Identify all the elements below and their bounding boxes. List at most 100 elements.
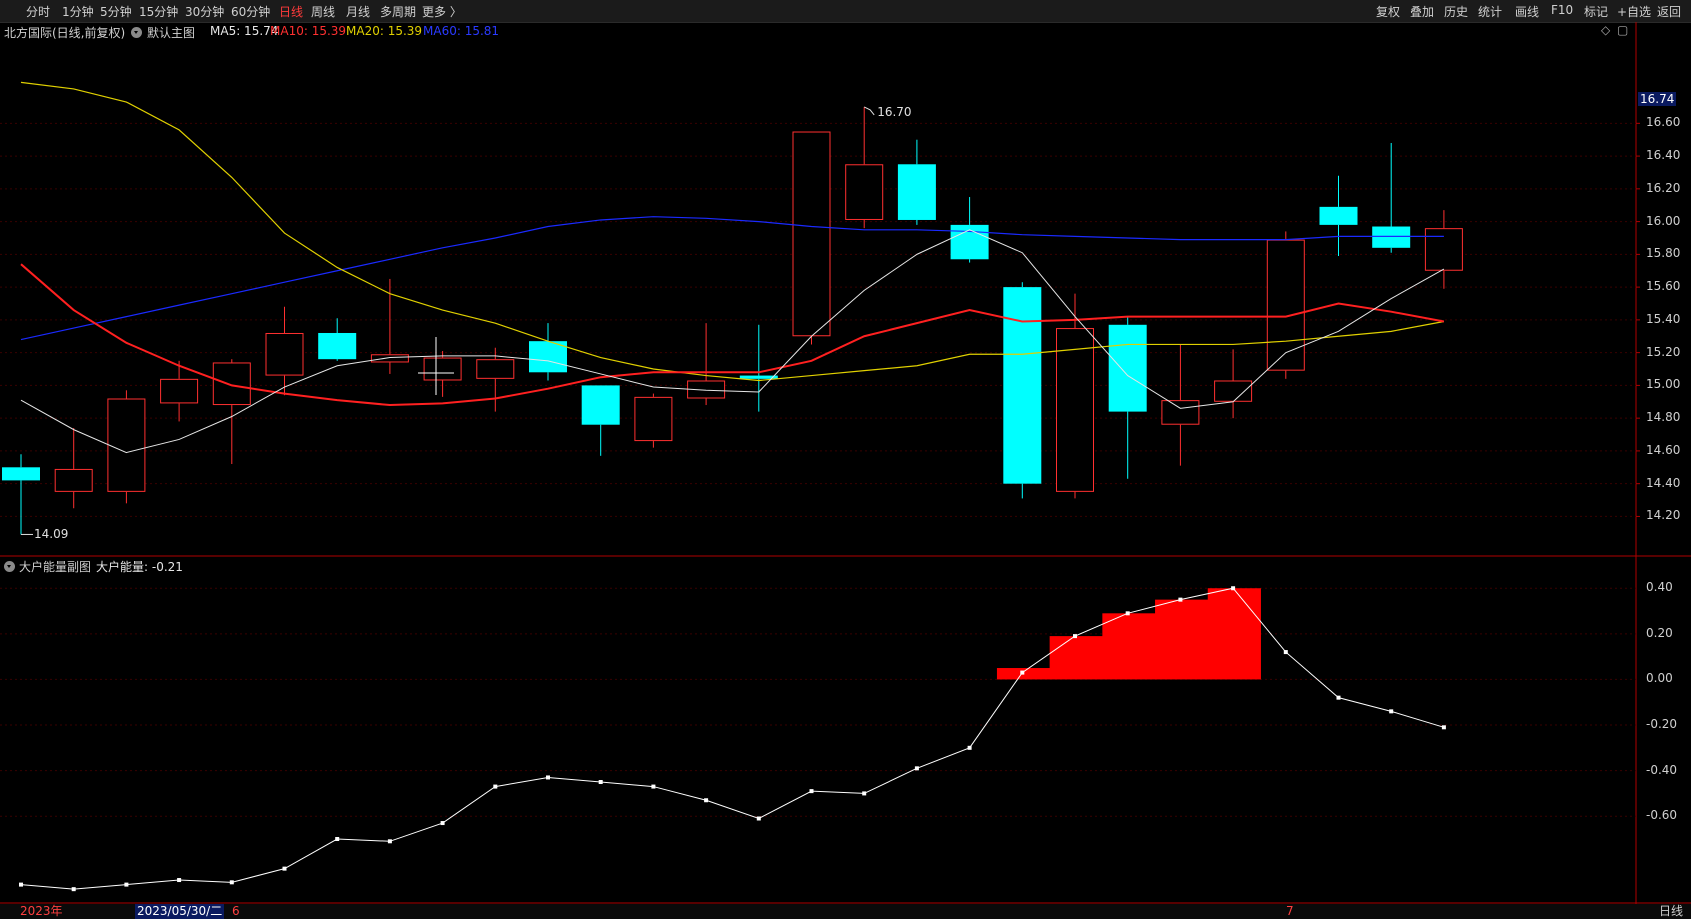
energy-axis-label: -0.40 <box>1646 762 1678 777</box>
price-axis-label: 15.20 <box>1646 344 1681 359</box>
price-axis-label: 14.20 <box>1646 508 1681 523</box>
year-label: 2023年 <box>20 904 63 918</box>
candle-body-up <box>1424 228 1463 271</box>
ma60-value: MA60: 15.81 <box>423 24 500 38</box>
tab-more[interactable]: 更多 〉 <box>422 3 462 20</box>
period-toolbar: 分时 1分钟 5分钟 15分钟 30分钟 60分钟 日线 周线 月线 多周期 更… <box>0 0 1691 23</box>
energy-point <box>282 866 287 871</box>
energy-point <box>809 789 814 794</box>
energy-point <box>71 887 76 892</box>
price-axis-label: 15.60 <box>1646 279 1681 294</box>
energy-point <box>124 882 129 887</box>
energy-bar <box>1155 599 1209 680</box>
energy-bar <box>1207 588 1261 680</box>
energy-point <box>756 816 761 821</box>
energy-point <box>967 745 972 750</box>
energy-point <box>229 880 234 885</box>
energy-axis-label: 0.40 <box>1646 580 1673 595</box>
price-axis-label: 14.60 <box>1646 442 1681 457</box>
overlay-button[interactable]: 叠加 <box>1410 3 1434 20</box>
tab-monthly[interactable]: 月线 <box>346 3 370 20</box>
date-axis: 2023年 6 7 <box>0 904 1691 919</box>
energy-point <box>1178 597 1183 602</box>
window-icon[interactable]: ▢ <box>1617 23 1628 37</box>
period-label[interactable]: 日线 <box>1659 904 1683 919</box>
tab-daily[interactable]: 日线 <box>279 3 303 20</box>
ma20-line <box>20 81 1445 382</box>
history-button[interactable]: 历史 <box>1444 3 1468 20</box>
tab-timeshare[interactable]: 分时 <box>26 3 50 20</box>
candle-body-down <box>1108 324 1147 412</box>
energy-value: 大户能量: -0.21 <box>96 560 183 574</box>
candle-body-up <box>265 332 304 376</box>
candle-body-up <box>107 398 146 492</box>
energy-point <box>1020 670 1025 675</box>
draw-line-button[interactable]: 画线 <box>1515 3 1539 20</box>
ma5-value: MA5: 15.74 <box>210 24 279 38</box>
high-price-annotation: 16.70 <box>877 104 912 119</box>
current-price-tag: 16.74 <box>1638 92 1677 107</box>
tab-15min[interactable]: 15分钟 <box>139 3 178 20</box>
energy-point <box>598 780 603 785</box>
energy-point <box>1073 634 1077 639</box>
candle-body-up <box>1266 239 1305 371</box>
tab-weekly[interactable]: 周线 <box>311 3 335 20</box>
price-axis-label: 16.60 <box>1646 115 1681 130</box>
candle-body-up <box>423 357 462 381</box>
price-axis-label: 14.80 <box>1646 410 1681 425</box>
candle-body-down <box>2 467 40 481</box>
energy-point <box>546 775 550 780</box>
month-7-label: 7 <box>1286 904 1294 918</box>
candle-body-down <box>739 375 778 379</box>
candle-body-up <box>845 164 884 220</box>
energy-point <box>1231 586 1236 591</box>
candle-body-down <box>1372 226 1411 248</box>
candle-body-down <box>1319 206 1358 225</box>
energy-bar <box>1102 613 1156 680</box>
back-button[interactable]: 返回 <box>1657 3 1681 20</box>
collapse-icon[interactable] <box>4 561 15 572</box>
high-marker <box>863 106 875 116</box>
candle-body-up <box>1161 400 1200 425</box>
energy-point <box>493 784 498 789</box>
energy-point <box>651 784 656 789</box>
collapse-icon[interactable] <box>131 27 142 38</box>
tab-multi-period[interactable]: 多周期 <box>380 3 416 20</box>
energy-point <box>914 766 919 771</box>
price-axis-label: 16.40 <box>1646 148 1681 163</box>
price-axis-label: 15.80 <box>1646 246 1681 261</box>
energy-point <box>387 839 392 844</box>
mark-button[interactable]: 标记 <box>1584 3 1608 20</box>
ma10-line <box>20 263 1445 407</box>
price-axis-label: 16.00 <box>1646 213 1681 228</box>
tab-5min[interactable]: 5分钟 <box>100 3 132 20</box>
energy-point <box>1125 611 1130 616</box>
energy-point <box>1336 695 1341 700</box>
energy-point <box>1389 709 1394 714</box>
tab-30min[interactable]: 30分钟 <box>185 3 224 20</box>
f10-button[interactable]: F10 <box>1551 3 1573 17</box>
energy-bar <box>1049 636 1103 680</box>
candle-body-down <box>897 164 936 220</box>
energy-bar <box>996 668 1051 680</box>
energy-point <box>1283 650 1288 655</box>
stats-button[interactable]: 统计 <box>1478 3 1502 20</box>
sub-indicator-name[interactable]: 大户能量副图 <box>19 558 91 575</box>
candle-body-up <box>160 378 199 404</box>
main-indicator-name[interactable]: 默认主图 <box>147 24 195 41</box>
candle-body-up <box>792 131 831 337</box>
diamond-icon[interactable]: ◇ <box>1601 23 1610 37</box>
kline-chart[interactable] <box>0 0 1691 919</box>
candle-body-up <box>212 362 251 406</box>
adjust-button[interactable]: 复权 <box>1376 3 1400 20</box>
energy-point <box>862 791 867 796</box>
tab-1min[interactable]: 1分钟 <box>62 3 94 20</box>
tab-60min[interactable]: 60分钟 <box>231 3 270 20</box>
ma10-value: MA10: 15.39 <box>270 24 347 38</box>
price-axis-label: 15.40 <box>1646 311 1681 326</box>
energy-point <box>335 837 340 842</box>
candle-body-down <box>1003 287 1042 484</box>
price-axis-label: 16.20 <box>1646 180 1681 195</box>
energy-point <box>177 878 182 883</box>
add-watchlist-button[interactable]: +自选 <box>1617 3 1651 20</box>
